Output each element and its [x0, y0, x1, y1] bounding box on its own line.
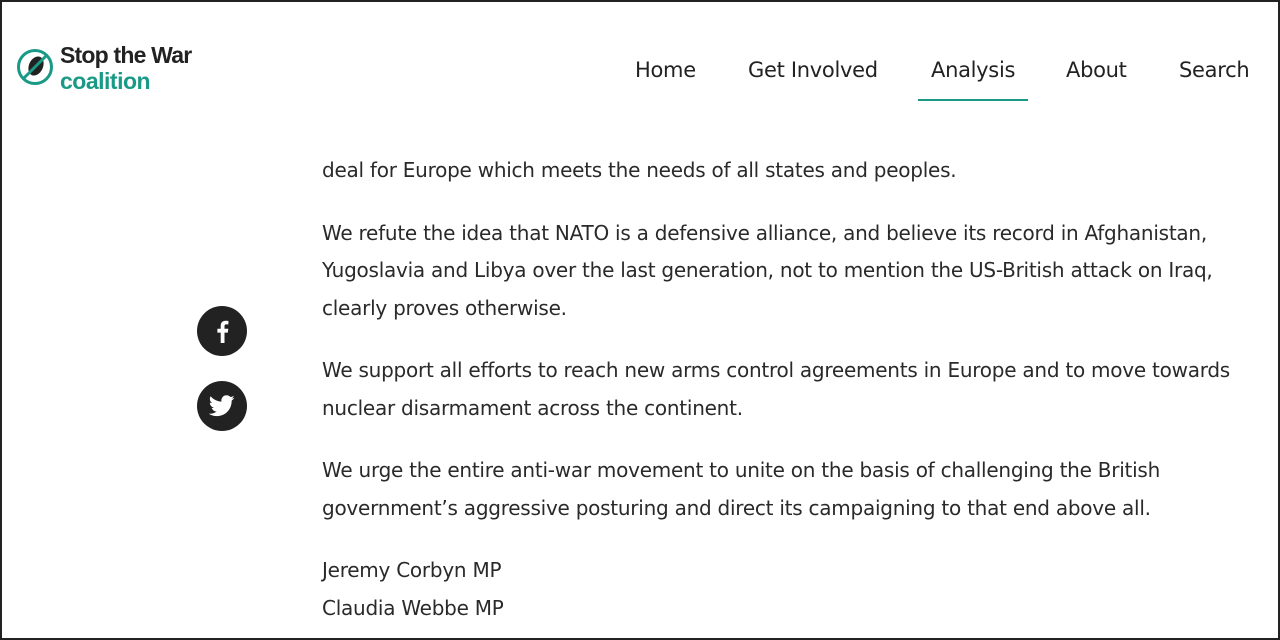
article-line: nuclear disarmament across the continent…: [322, 395, 743, 420]
twitter-icon: [209, 395, 235, 417]
signatory-name: Jeremy Corbyn MP: [322, 558, 502, 582]
site-header: Stop the War coalition Home Get Involved…: [2, 2, 1278, 112]
article-line: We urge the entire anti-war movement to …: [322, 458, 1160, 482]
nav-active-indicator: [918, 99, 1028, 101]
article-paragraph: We support all efforts to reach new arms…: [322, 352, 1272, 427]
facebook-share-button[interactable]: [197, 306, 247, 356]
logo-text: Stop the War coalition: [60, 42, 192, 94]
article-body: deal for Europe which meets the needs of…: [322, 152, 1272, 627]
twitter-share-button[interactable]: [197, 381, 247, 431]
signatory-name: Claudia Webbe MP: [322, 595, 504, 620]
article-paragraph: We refute the idea that NATO is a defens…: [322, 215, 1272, 328]
nav-about[interactable]: About: [1066, 58, 1127, 82]
article-line: government’s aggressive posturing and di…: [322, 495, 1151, 520]
logo-title: Stop the War: [60, 42, 192, 68]
nav-analysis[interactable]: Analysis: [931, 58, 1015, 82]
nav-home[interactable]: Home: [635, 58, 696, 82]
nav-search[interactable]: Search: [1179, 58, 1250, 82]
article-line: deal for Europe which meets the needs of…: [322, 158, 957, 182]
article-paragraph: deal for Europe which meets the needs of…: [322, 152, 1272, 190]
logo-subtitle: coalition: [60, 68, 151, 94]
article-line: Yugoslavia and Libya over the last gener…: [322, 258, 1213, 282]
dove-bomb-logo-icon: [17, 49, 53, 85]
facebook-icon: [217, 320, 229, 343]
article-line: We support all efforts to reach new arms…: [322, 358, 1230, 382]
article-line: clearly proves otherwise.: [322, 295, 567, 320]
nav-get-involved[interactable]: Get Involved: [748, 58, 878, 82]
article-line: We refute the idea that NATO is a defens…: [322, 220, 1207, 245]
article-paragraph: We urge the entire anti-war movement to …: [322, 452, 1272, 527]
site-logo[interactable]: Stop the War coalition: [16, 42, 192, 94]
